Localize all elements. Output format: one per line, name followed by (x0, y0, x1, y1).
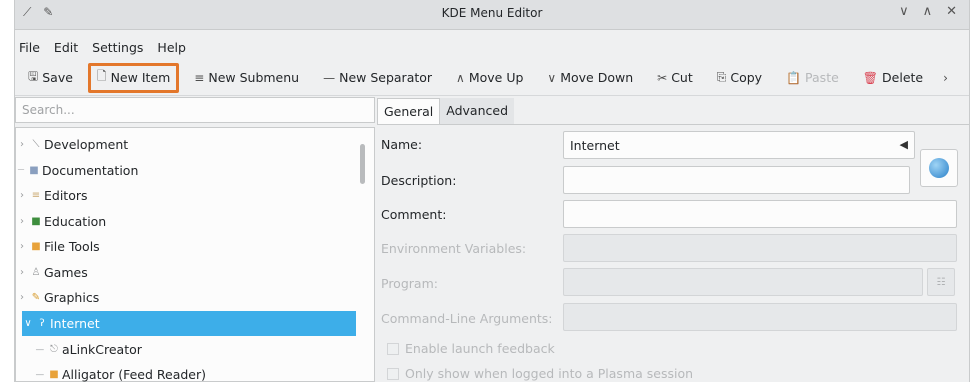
scissors-icon: ✂ (657, 70, 668, 85)
paste-icon: 📋 (786, 70, 802, 85)
move-down-button[interactable]: ∨ Move Down (538, 63, 642, 93)
expand-arrow-icon[interactable]: › (16, 216, 28, 227)
internet-icon: ʔ (39, 318, 45, 329)
tree-item-alligator[interactable]: ─ ■ Alligator (Feed Reader) (16, 362, 362, 382)
menu-edit[interactable]: Edit (54, 40, 78, 55)
menu-settings[interactable]: Settings (92, 40, 143, 55)
tree-item-education[interactable]: › ■ Education (16, 209, 362, 234)
name-field[interactable]: Internet ◀ (563, 131, 915, 159)
separator-icon: — (323, 70, 336, 85)
menu-bar: File Edit Settings Help (15, 30, 969, 58)
checkbox-box[interactable] (387, 342, 399, 355)
menu-lines-icon: ≡ (194, 70, 205, 85)
editors-icon: ≡ (31, 190, 41, 201)
cut-button[interactable]: ✂ Cut (648, 63, 702, 93)
cmdline-field[interactable] (563, 303, 957, 331)
toolbar: 🖫 Save 🗋 New Item ≡ New Submenu — New Se… (15, 60, 969, 96)
development-icon: ⟍ (32, 139, 40, 150)
new-submenu-button[interactable]: ≡ New Submenu (185, 63, 308, 93)
general-panel: Name: Internet ◀ Description: Comment: E… (377, 124, 969, 382)
delete-button[interactable]: 🗑 Delete (854, 63, 932, 93)
expand-arrow-icon[interactable]: › (16, 139, 28, 150)
tab-advanced[interactable]: Advanced (440, 98, 515, 124)
tree-item-file-tools[interactable]: › ■ File Tools (16, 234, 362, 259)
browse-program-button[interactable]: ☷ (927, 268, 955, 296)
copy-icon: ⎘ (716, 70, 727, 84)
new-item-icon: 🗋 (96, 69, 107, 83)
games-icon: ♙ (31, 267, 41, 278)
search-input[interactable]: Search... (15, 97, 375, 123)
tree-item-development[interactable]: › ⟍ Development (16, 132, 362, 157)
minimize-icon[interactable]: ∨ (899, 4, 909, 19)
collapse-arrow-icon[interactable]: ∨ (22, 318, 34, 329)
tab-general[interactable]: General (377, 98, 441, 124)
tree-item-graphics[interactable]: › ✎ Graphics (16, 285, 362, 310)
documentation-icon: ■ (29, 165, 39, 176)
launch-feedback-checkbox[interactable]: Enable launch feedback (387, 341, 555, 356)
education-icon: ■ (31, 216, 41, 227)
kde-menu-editor-window: ⟋ ✎ KDE Menu Editor ∨ ∧ ✕ File Edit Sett… (14, 0, 970, 382)
plasma-only-checkbox[interactable]: Only show when logged into a Plasma sess… (387, 366, 693, 381)
tree-item-games[interactable]: › ♙ Games (16, 260, 362, 285)
env-variables-field[interactable] (563, 234, 957, 262)
folder-icon: ☷ (936, 276, 946, 288)
title-bar: ⟋ ✎ KDE Menu Editor ∨ ∧ ✕ (15, 0, 969, 30)
app-icon-button[interactable] (920, 149, 958, 187)
tab-bar: General Advanced (377, 98, 515, 124)
tree-item-internet[interactable]: ∨ ʔ Internet (22, 311, 356, 336)
window-title: KDE Menu Editor (441, 6, 543, 20)
chevron-up-icon: ∧ (456, 70, 465, 85)
trash-icon: 🗑 (862, 70, 879, 85)
copy-button[interactable]: ⎘ Copy (708, 63, 771, 93)
comment-label: Comment: (381, 207, 447, 222)
description-field[interactable] (563, 166, 910, 194)
paste-button[interactable]: 📋 Paste (777, 63, 848, 93)
globe-icon (929, 158, 949, 178)
graphics-icon: ✎ (31, 292, 41, 303)
expand-arrow-icon[interactable]: › (16, 267, 28, 278)
name-label: Name: (381, 137, 423, 152)
move-up-button[interactable]: ∧ Move Up (447, 63, 532, 93)
maximize-icon[interactable]: ∧ (923, 4, 933, 19)
expand-arrow-icon[interactable]: › (16, 190, 28, 201)
new-separator-button[interactable]: — New Separator (314, 63, 441, 93)
more-toolbar-button[interactable]: › (938, 63, 953, 93)
save-icon: 🖫 (28, 69, 39, 83)
new-item-button[interactable]: 🗋 New Item (87, 62, 180, 93)
close-icon[interactable]: ✕ (946, 4, 957, 19)
program-field[interactable] (563, 268, 923, 296)
checkbox-box[interactable] (387, 367, 399, 380)
description-label: Description: (381, 173, 457, 188)
tree-item-documentation[interactable]: ─ ■ Documentation (16, 158, 362, 183)
chevron-right-icon: › (943, 70, 948, 85)
chevron-down-icon: ∨ (547, 70, 557, 85)
menu-help[interactable]: Help (157, 40, 186, 55)
clear-text-icon[interactable]: ◀ (900, 138, 908, 151)
program-label: Program: (381, 276, 438, 291)
file-tools-icon: ■ (31, 241, 41, 252)
menu-file[interactable]: File (19, 40, 40, 55)
env-variables-label: Environment Variables: (381, 241, 527, 256)
cmdline-label: Command-Line Arguments: (381, 311, 553, 326)
save-button[interactable]: 🖫 Save (19, 63, 82, 93)
menu-tree: › ⟍ Development ─ ■ Documentation › ≡ Ed… (15, 127, 375, 382)
comment-field[interactable] (563, 200, 957, 228)
alinkcreator-icon: ⎋ (50, 344, 58, 355)
tree-item-editors[interactable]: › ≡ Editors (16, 183, 362, 208)
expand-arrow-icon[interactable]: › (16, 241, 28, 252)
alligator-icon: ■ (49, 369, 59, 380)
expand-arrow-icon[interactable]: › (16, 292, 28, 303)
tree-item-alinkcreator[interactable]: ─ ⎋ aLinkCreator (16, 337, 362, 362)
